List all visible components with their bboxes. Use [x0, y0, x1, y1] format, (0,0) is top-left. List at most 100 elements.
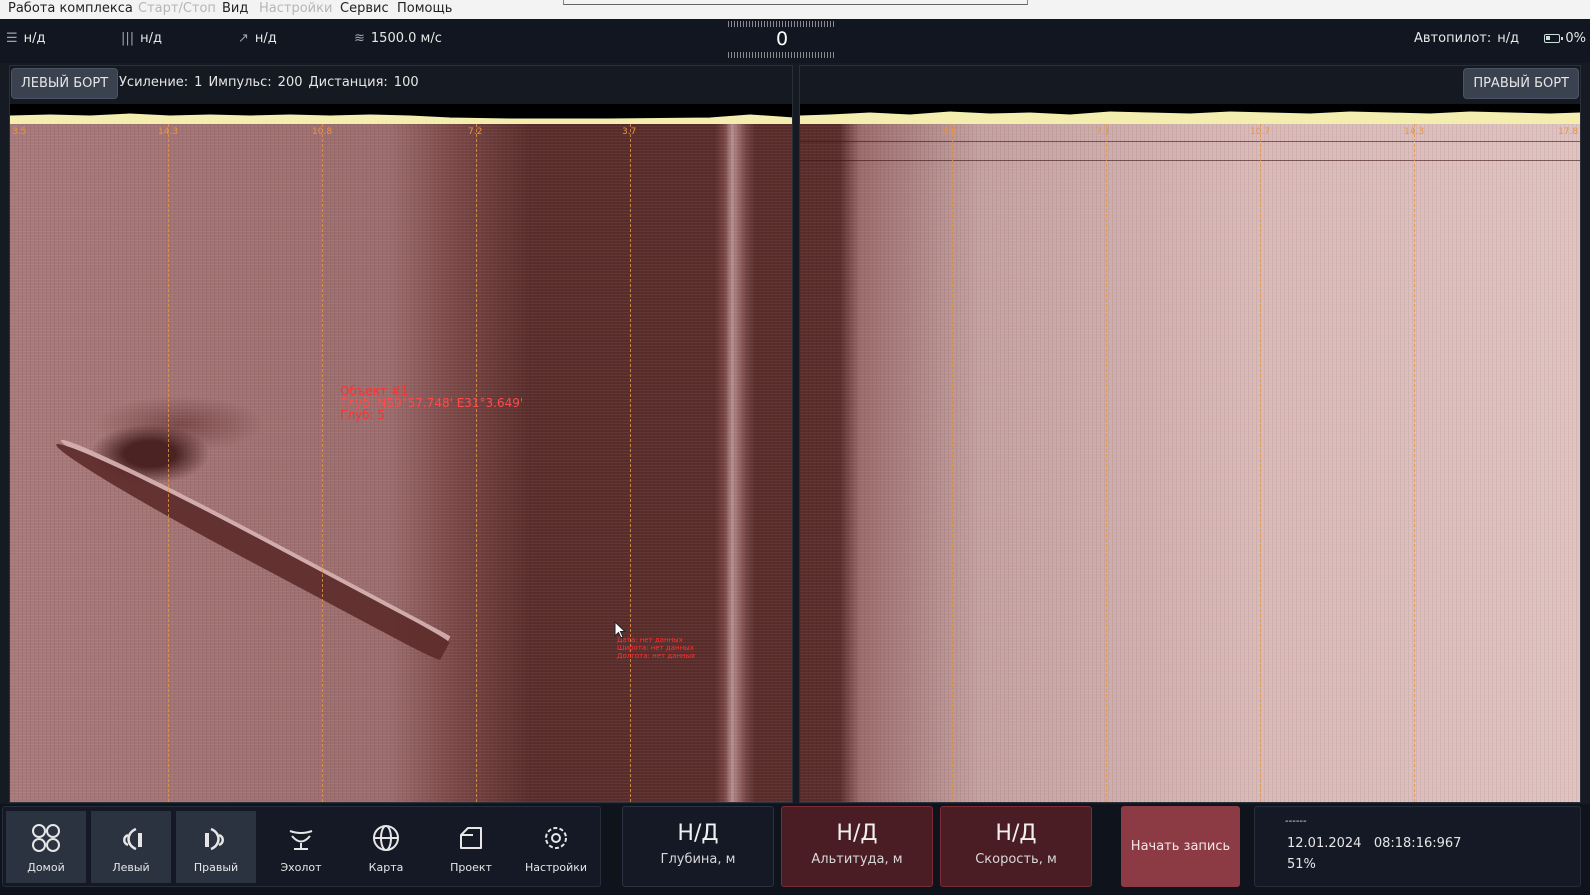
menu-view[interactable]: Вид — [222, 1, 248, 16]
menu-start-stop[interactable]: Старт/Стоп — [138, 1, 216, 16]
range-line — [168, 124, 169, 802]
battery-value: 0% — [1565, 31, 1586, 46]
left-side-button[interactable]: ЛЕВЫЙ БОРТ — [11, 68, 119, 99]
right-amplitude-graph — [800, 111, 1580, 124]
cursor-latitude: Широта: нет данных — [617, 644, 694, 652]
depth-label: Глубина, м — [660, 852, 736, 867]
start-record-button[interactable]: Начать запись — [1121, 806, 1240, 887]
datetime: 12.01.2024 08:18:16:967 — [1287, 836, 1461, 851]
object-depth: Глуб: 5 — [340, 408, 385, 422]
waves-icon: ≋ — [354, 31, 365, 46]
altitude-label: Альтитуда, м — [811, 852, 903, 867]
menu-service[interactable]: Сервис — [340, 1, 389, 16]
nav-map-label: Карта — [368, 861, 404, 874]
gain-label: Усиление: — [119, 75, 189, 90]
sound-speed-value: 1500.0 м/с — [370, 31, 442, 46]
right-amplitude-strip — [800, 104, 1580, 124]
globe-icon — [368, 819, 404, 857]
cursor-date: Дата: нет данных — [617, 636, 683, 644]
range-label: 10.7 — [1250, 127, 1271, 137]
home-grid-icon — [28, 819, 64, 857]
pulse-label: Импульс: — [208, 75, 272, 90]
object-marker-label[interactable]: Объект #1 Глуб: N59°57.748' E31°3.649' Г… — [340, 385, 523, 421]
menu-lines-icon: ☰ — [6, 31, 18, 46]
info-box: ------ 12.01.2024 08:18:16:967 51% — [1254, 806, 1581, 887]
nav-left-button[interactable]: Левый — [91, 811, 171, 883]
mouse-pointer-icon — [614, 621, 626, 639]
status-bar: ☰ н/д ||| н/д ↗ н/д ≋ 1500.0 м/с 0 Автоп… — [0, 19, 1590, 63]
pulse-value: 200 — [277, 75, 303, 90]
nav-echosounder-button[interactable]: Эхолот — [261, 811, 341, 883]
distance-value: 100 — [393, 75, 419, 90]
right-sonar-texture — [800, 124, 1580, 802]
battery-status: 0% — [1544, 31, 1586, 46]
info-dashes: ------ — [1285, 816, 1307, 827]
storage-percent: 51% — [1287, 857, 1316, 872]
range-line — [476, 124, 477, 802]
left-amplitude-graph — [10, 113, 792, 124]
range-line — [630, 124, 631, 802]
date-value: 12.01.2024 — [1287, 836, 1362, 851]
menu-settings[interactable]: Настройки — [259, 1, 332, 16]
track-line — [800, 141, 1580, 142]
nav-settings-button[interactable]: Настройки — [516, 811, 596, 883]
speed-metric: Н/Д Скорость, м — [940, 806, 1092, 887]
right-panel-header: ПРАВЫЙ БОРТ — [800, 66, 1580, 104]
range-label: 7.2 — [468, 127, 483, 137]
range-label: 14.3 — [158, 127, 179, 137]
nav-project-label: Проект — [450, 861, 492, 874]
left-side-panel: ЛЕВЫЙ БОРТ Усиление: 1 Импульс: 200 Дист… — [9, 65, 793, 803]
range-label: 17.8 — [1558, 127, 1579, 137]
roll-value: н/д — [254, 31, 277, 46]
bottom-bar: Домой Левый Правый Эхолот Карта Проект Н… — [0, 804, 1590, 895]
autopilot-value: н/д — [1497, 31, 1520, 46]
nav-right-button[interactable]: Правый — [176, 811, 256, 883]
nav-map-button[interactable]: Карта — [346, 811, 426, 883]
range-label: 3.6 — [942, 127, 957, 137]
pitch-status: ||| н/д — [121, 31, 162, 46]
nav-home-button[interactable]: Домой — [6, 811, 86, 883]
menu-work[interactable]: Работа комплекса — [8, 1, 133, 16]
range-line — [1106, 124, 1107, 802]
speed-value: Н/Д — [995, 821, 1037, 846]
nav-left-label: Левый — [112, 861, 150, 874]
left-sonar-image[interactable]: 3.5 14.3 10.8 7.2 3.7 Объект #1 Глуб: N5… — [10, 124, 792, 802]
range-line — [322, 124, 323, 802]
range-label: 14.3 — [1404, 127, 1425, 137]
nav-project-button[interactable]: Проект — [431, 811, 511, 883]
compass-value: 0 — [775, 28, 789, 50]
gear-icon — [538, 819, 574, 857]
range-line — [1260, 124, 1261, 802]
nav-group: Домой Левый Правый Эхолот Карта Проект Н… — [2, 806, 601, 887]
cursor-longitude: Долгота: нет данных — [617, 652, 696, 660]
right-sonar-icon — [198, 819, 234, 857]
altitude-metric: Н/Д Альтитуда, м — [781, 806, 933, 887]
range-line — [952, 124, 953, 802]
altitude-value: Н/Д — [836, 821, 878, 846]
left-params: Усиление: 1 Импульс: 200 Дистанция: 100 — [119, 75, 419, 90]
speed-label: Скорость, м — [975, 852, 1057, 867]
gain-value: 1 — [194, 75, 203, 90]
arrow-up-right-icon: ↗ — [238, 31, 249, 46]
track-line — [800, 160, 1580, 161]
roll-status: ↗ н/д — [238, 31, 277, 46]
echosounder-icon — [283, 819, 319, 857]
heading-value: н/д — [23, 31, 46, 46]
left-sonar-icon — [113, 819, 149, 857]
bars-icon: ||| — [121, 31, 135, 46]
range-label: 10.8 — [312, 127, 333, 137]
menu-help[interactable]: Помощь — [397, 1, 452, 16]
range-line — [1414, 124, 1415, 802]
right-side-panel: ПРАВЫЙ БОРТ 3.6 7.1 10.7 14.3 17.8 — [799, 65, 1581, 803]
right-sonar-image[interactable]: 3.6 7.1 10.7 14.3 17.8 — [800, 124, 1580, 802]
compass-top-scale — [728, 21, 836, 27]
compass-indicator: 0 — [728, 19, 836, 63]
depth-metric: Н/Д Глубина, м — [622, 806, 774, 887]
nav-right-label: Правый — [193, 861, 239, 874]
menu-bar: Работа комплекса Старт/Стоп Вид Настройк… — [0, 0, 1590, 19]
nav-echosounder-label: Эхолот — [280, 861, 322, 874]
left-amplitude-strip — [10, 104, 792, 124]
range-label: 7.1 — [1096, 127, 1111, 137]
range-label: 3.5 — [12, 127, 27, 137]
right-side-button[interactable]: ПРАВЫЙ БОРТ — [1463, 68, 1579, 99]
